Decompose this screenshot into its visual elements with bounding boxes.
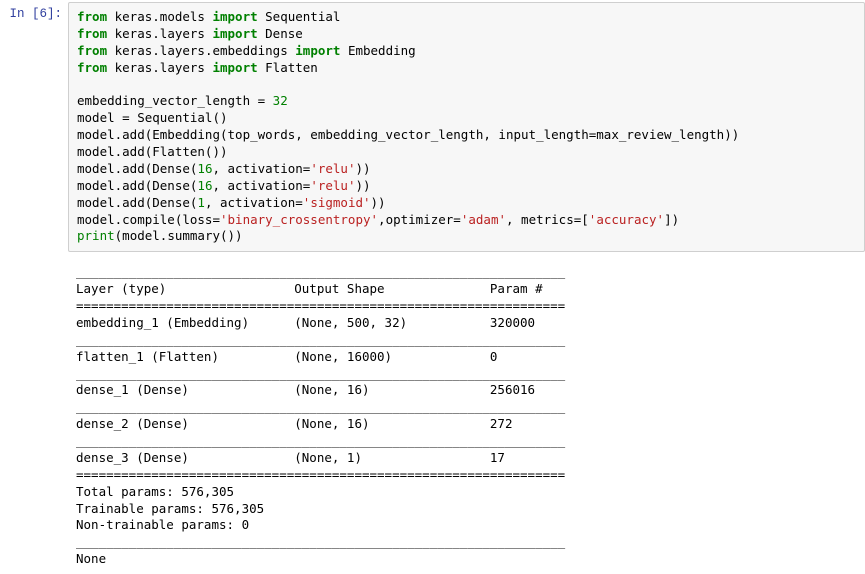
summary-trainable-params: Trainable params: 576,305 <box>76 501 264 516</box>
keyword-import: import <box>212 9 257 24</box>
code-text: model.add(Dense( <box>77 161 197 176</box>
output-prompt <box>0 254 68 259</box>
code-text: keras.models <box>107 9 212 24</box>
input-prompt: In [6]: <box>0 2 68 21</box>
number-literal: 16 <box>197 161 212 176</box>
stdout-output: ________________________________________… <box>68 254 865 574</box>
keyword-from: from <box>77 60 107 75</box>
code-text: model.add(Dense( <box>77 178 197 193</box>
code-text: embedding_vector_length = <box>77 93 273 108</box>
code-text: , metrics=[ <box>506 212 589 227</box>
number-literal: 32 <box>273 93 288 108</box>
code-text: , activation= <box>212 161 310 176</box>
table-row: dense_3 (Dense) (None, 1) 17 <box>76 450 565 465</box>
code-text: ]) <box>664 212 679 227</box>
separator-line: ________________________________________… <box>76 366 565 381</box>
code-text: )) <box>355 178 370 193</box>
string-literal: 'relu' <box>310 161 355 176</box>
code-text: Sequential <box>258 9 341 24</box>
separator-line: ========================================… <box>76 298 565 313</box>
code-text: model.add(Embedding(top_words, embedding… <box>77 127 739 142</box>
separator-line: ________________________________________… <box>76 264 565 279</box>
code-text: model = Sequential() <box>77 110 228 125</box>
string-literal: 'adam' <box>461 212 506 227</box>
code-text: , activation= <box>212 178 310 193</box>
code-text: keras.layers <box>107 26 212 41</box>
code-text: , activation= <box>205 195 303 210</box>
code-text: Embedding <box>340 43 415 58</box>
table-row: dense_2 (Dense) (None, 16) 272 <box>76 416 565 431</box>
code-text: model.add(Dense( <box>77 195 197 210</box>
code-text: Flatten <box>258 60 318 75</box>
separator-line: ________________________________________… <box>76 534 565 549</box>
summary-total-params: Total params: 576,305 <box>76 484 234 499</box>
code-input[interactable]: from keras.models import Sequential from… <box>68 2 865 252</box>
keyword-from: from <box>77 43 107 58</box>
table-row: embedding_1 (Embedding) (None, 500, 32) … <box>76 315 565 330</box>
keyword-import: import <box>212 60 257 75</box>
string-literal: 'accuracy' <box>589 212 664 227</box>
table-row: dense_1 (Dense) (None, 16) 256016 <box>76 382 565 397</box>
return-none: None <box>76 551 106 566</box>
output-cell: ________________________________________… <box>0 252 865 574</box>
code-text: model.compile(loss= <box>77 212 220 227</box>
table-row: flatten_1 (Flatten) (None, 16000) 0 <box>76 349 565 364</box>
separator-line: ________________________________________… <box>76 433 565 448</box>
code-text: ,optimizer= <box>378 212 461 227</box>
separator-line: ________________________________________… <box>76 399 565 414</box>
number-literal: 16 <box>197 178 212 193</box>
number-literal: 1 <box>197 195 205 210</box>
keyword-import: import <box>295 43 340 58</box>
code-text: keras.layers.embeddings <box>107 43 295 58</box>
string-literal: 'relu' <box>310 178 355 193</box>
code-cell: In [6]: from keras.models import Sequent… <box>0 0 865 252</box>
code-text: keras.layers <box>107 60 212 75</box>
summary-non-trainable-params: Non-trainable params: 0 <box>76 517 249 532</box>
table-header: Layer (type) Output Shape Param # <box>76 281 565 296</box>
string-literal: 'binary_crossentropy' <box>220 212 378 227</box>
code-text: model.add(Flatten()) <box>77 144 228 159</box>
string-literal: 'sigmoid' <box>303 195 371 210</box>
keyword-from: from <box>77 26 107 41</box>
keyword-import: import <box>212 26 257 41</box>
keyword-from: from <box>77 9 107 24</box>
separator-line: ========================================… <box>76 467 565 482</box>
code-text: (model.summary()) <box>115 228 243 243</box>
builtin-print: print <box>77 228 115 243</box>
code-text: )) <box>371 195 386 210</box>
separator-line: ________________________________________… <box>76 332 565 347</box>
code-text: )) <box>355 161 370 176</box>
code-text: Dense <box>258 26 303 41</box>
